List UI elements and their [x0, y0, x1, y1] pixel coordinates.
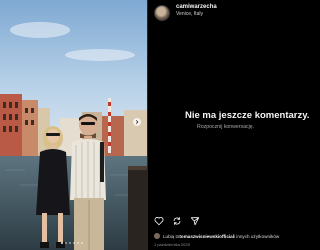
avatar[interactable]: [154, 5, 170, 21]
username-link[interactable]: camiwarzecha: [176, 4, 217, 10]
heart-icon[interactable]: [154, 216, 164, 226]
next-photo-icon[interactable]: [133, 118, 141, 126]
post-header: camiwarzecha Venice, Italy: [154, 4, 217, 24]
likes-prefix: Lubią to: [163, 233, 180, 239]
repost-icon[interactable]: [172, 216, 182, 226]
location-link[interactable]: Venice, Italy: [176, 12, 217, 17]
start-conversation-hint: Rozpocznij konwersację.: [197, 124, 255, 130]
user-block: camiwarzecha Venice, Italy: [176, 4, 217, 17]
liker-avatar: [154, 233, 160, 239]
likes-summary[interactable]: Lubią to tomaszwisniewskiofficial i inny…: [154, 233, 279, 239]
liker-username[interactable]: tomaszwisniewskiofficial: [179, 234, 234, 239]
post-photo[interactable]: [0, 0, 147, 250]
post-date: 1 października 2025: [154, 242, 190, 247]
photo-scene: [0, 0, 147, 250]
likes-suffix: i innych użytkowników: [234, 233, 280, 239]
no-comments-title: Nie ma jeszcze komentarzy.: [185, 110, 310, 121]
post-details-panel: camiwarzecha Venice, Italy Nie ma jeszcz…: [147, 0, 309, 250]
action-bar: [154, 216, 200, 226]
send-icon[interactable]: [190, 216, 200, 226]
